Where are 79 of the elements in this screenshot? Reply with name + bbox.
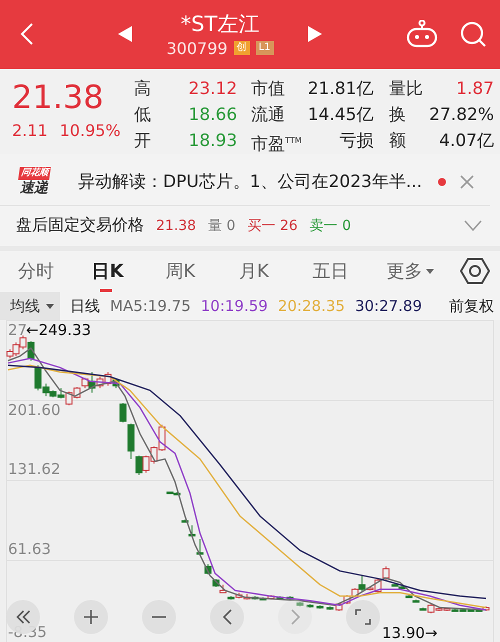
rewind-icon bbox=[16, 610, 30, 624]
candlestick bbox=[276, 596, 284, 600]
stat-label: 市值 bbox=[251, 78, 286, 101]
market-badge: L1 bbox=[256, 41, 274, 56]
settings-icon[interactable] bbox=[460, 257, 490, 286]
axis-label: 201.60 bbox=[8, 402, 60, 418]
market-badge: 创 bbox=[234, 41, 250, 56]
stat-value: 亏损 bbox=[338, 130, 374, 153]
fullscreen-icon bbox=[355, 609, 371, 625]
more-menu[interactable]: 更多 bbox=[386, 251, 460, 292]
after-hours-value: 卖一 0 bbox=[310, 216, 352, 235]
caret-icon bbox=[426, 268, 434, 274]
price-change: 2.11 bbox=[12, 120, 48, 140]
stat-value: 14.45亿 bbox=[308, 104, 374, 127]
close-icon[interactable] bbox=[460, 174, 474, 189]
zoom-out-button[interactable] bbox=[142, 600, 176, 634]
candlestick bbox=[182, 519, 188, 523]
zoom-in-button[interactable] bbox=[74, 600, 108, 634]
candlestick bbox=[326, 606, 334, 610]
news-headline[interactable]: 异动解读：DPU芯片。1、公司在2023年半... bbox=[78, 170, 438, 194]
high-price-marker: ←249.33 bbox=[26, 322, 92, 338]
zoom-in-icon bbox=[84, 610, 98, 624]
stat-value: 23.12 bbox=[188, 78, 238, 101]
stat-value: 1.87 bbox=[455, 78, 494, 101]
back-icon[interactable] bbox=[20, 22, 34, 46]
stat-value: 18.66 bbox=[188, 104, 238, 127]
axis-label: 27 bbox=[8, 322, 28, 338]
previous-icon[interactable] bbox=[118, 26, 132, 42]
axis-label: 61.63 bbox=[8, 541, 51, 557]
moving-average-value: MA5:19.75 bbox=[110, 297, 191, 315]
stat-label: 开 bbox=[134, 130, 152, 153]
period-tab[interactable]: 分时 bbox=[18, 251, 92, 292]
stat-value: 18.93 bbox=[188, 130, 238, 153]
chevron-left-button[interactable] bbox=[210, 600, 244, 634]
period-label: 日线 bbox=[70, 296, 100, 316]
period-tab[interactable]: 五日 bbox=[312, 251, 386, 292]
search-icon[interactable] bbox=[460, 21, 486, 48]
stock-title: *ST左江 bbox=[180, 10, 260, 37]
indicator-dropdown[interactable]: 均线 bbox=[0, 292, 60, 320]
logo-text: 同花顺 bbox=[18, 167, 50, 180]
chevron-right-icon bbox=[290, 609, 300, 625]
moving-average-value: 30:27.89 bbox=[354, 297, 422, 315]
candlestick bbox=[286, 596, 294, 600]
axis-label: 131.62 bbox=[8, 461, 60, 477]
stock-code: 300799 bbox=[166, 38, 228, 58]
stat-value: 21.81亿 bbox=[308, 78, 374, 101]
period-tab[interactable]: 周K bbox=[165, 251, 240, 292]
after-hours-label: 盘后固定交易价格 bbox=[16, 215, 144, 236]
robot-icon[interactable] bbox=[406, 20, 438, 48]
axis-label: -8.35 bbox=[8, 624, 47, 640]
expand-icon[interactable] bbox=[464, 220, 482, 232]
stat-label: 额 bbox=[389, 130, 408, 153]
candlestick bbox=[204, 564, 212, 575]
fullscreen-button[interactable] bbox=[346, 600, 380, 634]
logo-text: 速递 bbox=[20, 180, 48, 196]
low-price-marker: 13.90→ bbox=[382, 625, 438, 641]
next-icon[interactable] bbox=[308, 26, 322, 42]
moving-average-value: 20:28.35 bbox=[278, 297, 345, 315]
after-hours-value: 买一 26 bbox=[247, 216, 298, 235]
candlestick bbox=[306, 604, 314, 608]
candlestick bbox=[316, 604, 324, 610]
moving-average-value: 10:19.59 bbox=[200, 297, 268, 315]
period-tab[interactable]: 日K bbox=[92, 251, 166, 292]
stat-label: 低 bbox=[134, 104, 152, 127]
adjustment-option[interactable]: 前复权 bbox=[449, 296, 494, 316]
last-price: 21.38 bbox=[12, 76, 105, 117]
stat-value: 27.82% bbox=[429, 104, 494, 127]
chevron-left-icon bbox=[222, 609, 232, 625]
stat-label: 流通 bbox=[251, 104, 286, 127]
stat-value: 4.07亿 bbox=[438, 130, 494, 153]
after-hours-value: 21.38 bbox=[156, 218, 196, 234]
stat-label: 量比 bbox=[389, 78, 424, 101]
stat-label: 市盈$^{TTM}$ bbox=[251, 133, 302, 156]
stat-label: 高 bbox=[134, 78, 152, 101]
change-percent: 10.95% bbox=[60, 120, 121, 140]
stat-label: 换 bbox=[389, 104, 408, 127]
candlestick bbox=[296, 601, 304, 607]
after-hours-value: 量 0 bbox=[208, 216, 236, 235]
period-tab[interactable]: 月K bbox=[239, 251, 313, 292]
